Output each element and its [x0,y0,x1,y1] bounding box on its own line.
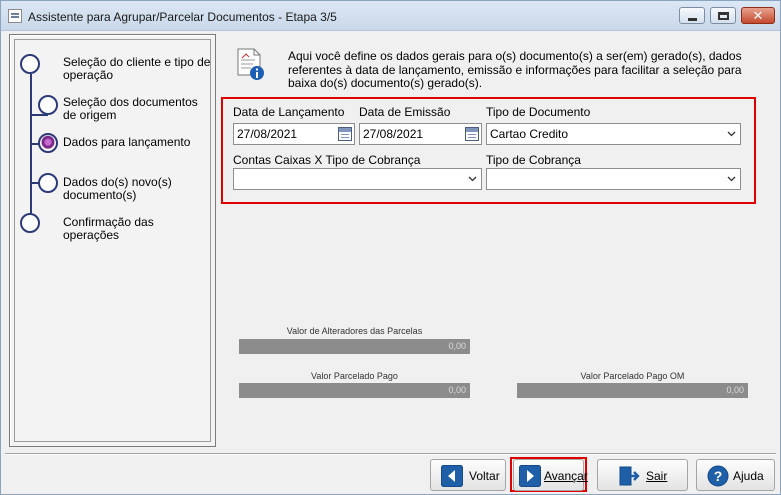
minimize-icon [688,18,697,21]
step-3-active-circle-icon [38,133,58,153]
avancar-button[interactable]: Avançar [513,459,588,491]
sair-button[interactable]: Sair [597,459,688,491]
step-4-label: Dados do(s) novo(s) documento(s) [63,175,172,202]
tipo-documento-select[interactable]: Cartao Credito [486,123,741,145]
data-lancamento-field[interactable]: 27/08/2021 [233,123,355,145]
chevron-down-icon [468,176,477,182]
tipo-cobranca-select[interactable] [486,168,741,190]
data-lancamento-value: 27/08/2021 [237,127,298,141]
voltar-button[interactable]: Voltar [430,459,506,491]
step-3-label: Dados para lançamento [63,135,191,149]
step-1-circle-icon [20,54,40,74]
ajuda-label: Ajuda [733,469,764,483]
close-button[interactable]: ✕ [741,7,775,24]
window-title: Assistente para Agrupar/Parcelar Documen… [28,10,337,24]
step-2-circle-icon [38,95,58,115]
data-lancamento-label: Data de Lançamento [233,105,345,119]
avancar-label: Avançar [544,469,588,483]
alteradores-label: Valor de Alteradores das Parcelas [286,326,423,336]
parcelado-pago-om-value: 0,00 [517,383,748,398]
svg-text:?: ? [714,468,723,484]
contas-caixas-label: Contas Caixas X Tipo de Cobrança [233,153,421,167]
tipo-documento-label: Tipo de Documento [486,105,591,119]
parcelado-pago-om-label: Valor Parcelado Pago OM [580,371,685,381]
contas-caixas-select[interactable] [233,168,482,190]
tipo-cobranca-label: Tipo de Cobrança [486,153,581,167]
step-5-label: Confirmação das operações [63,215,154,242]
step-1-label: Seleção do cliente e tipo de operação [63,55,211,82]
chevron-down-icon [727,131,736,137]
step-description: Aqui você define os dados gerais para o(… [288,49,742,90]
chevron-down-icon [727,176,736,182]
maximize-button[interactable] [710,7,736,24]
alteradores-value: 0,00 [239,339,470,354]
title-bar: Assistente para Agrupar/Parcelar Documen… [1,1,780,31]
wizard-window: Assistente para Agrupar/Parcelar Documen… [0,0,781,495]
help-icon: ? [707,465,729,487]
document-info-icon [237,48,264,80]
voltar-label: Voltar [469,469,500,483]
exit-door-icon [619,466,640,486]
maximize-icon [718,12,729,20]
calendar-icon[interactable] [338,127,352,141]
data-emissao-value: 27/08/2021 [363,127,424,141]
minimize-button[interactable] [679,7,705,24]
steps-connector-line [30,74,32,224]
close-icon: ✕ [752,8,764,23]
data-emissao-label: Data de Emissão [359,105,451,119]
step-2-label: Seleção dos documentos de origem [63,95,198,122]
parcelado-pago-value: 0,00 [239,383,470,398]
ajuda-button[interactable]: ? Ajuda [696,459,775,491]
tipo-documento-value: Cartao Credito [490,127,569,141]
app-icon [8,9,22,23]
footer-divider [5,453,776,455]
calendar-icon[interactable] [465,127,479,141]
step-5-circle-icon [20,213,40,233]
step-4-circle-icon [38,173,58,193]
sair-label: Sair [646,469,668,483]
parcelado-pago-label: Valor Parcelado Pago [311,371,398,381]
arrow-right-icon [519,465,541,487]
data-emissao-field[interactable]: 27/08/2021 [359,123,482,145]
arrow-left-icon [441,465,463,487]
